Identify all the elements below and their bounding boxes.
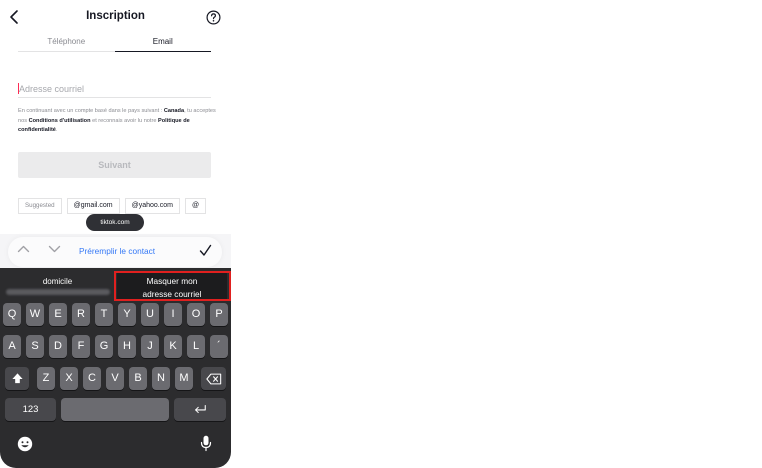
key-r[interactable]: R [72,303,90,326]
key-x[interactable]: X [60,367,78,390]
key-i[interactable]: I [164,303,182,326]
legal-text-3: et reconnais avoir lu notre [92,117,157,124]
key-f[interactable]: F [72,335,90,358]
key-d[interactable]: D [49,335,67,358]
chevron-up-icon[interactable] [17,244,30,254]
return-arrow-icon [195,405,206,414]
key-t[interactable]: T [95,303,113,326]
prediction-blurred-address [6,289,110,295]
key-c[interactable]: C [83,367,101,390]
shift-key[interactable] [5,367,29,390]
microphone-icon[interactable] [200,435,212,452]
next-button[interactable]: Suivant [18,152,211,178]
shift-arrow-icon [11,373,23,384]
text-caret [18,83,19,94]
highlight-box [114,271,231,301]
page-title: Inscription [86,10,145,22]
delete-key[interactable] [201,367,226,390]
key-j[interactable]: J [141,335,159,358]
key-g[interactable]: G [95,335,113,358]
domain-suggestions: Suggested @gmail.com @yahoo.com @ [18,198,231,214]
legal-notice: En continuant avec un compte basé dans l… [18,107,216,136]
key-u[interactable]: U [141,303,159,326]
suggestion-chip-gmail[interactable]: @gmail.com [66,198,120,214]
key-e[interactable]: E [49,303,67,326]
prediction-home-label: domicile [42,277,73,286]
key-v[interactable]: V [106,367,124,390]
key-o[interactable]: O [187,303,205,326]
key-y[interactable]: Y [118,303,136,326]
signup-tabs: Téléphone Email [18,34,211,52]
suggestion-chip-more[interactable]: @ [184,198,207,214]
key-l[interactable]: L [187,335,205,358]
emoji-icon[interactable] [17,436,33,452]
help-circle-icon[interactable] [206,10,221,25]
legal-text-4: . [55,127,58,133]
email-input[interactable] [18,80,211,98]
numbers-key[interactable]: 123 [5,398,56,421]
backspace-icon [205,373,221,385]
suggestion-chip-yahoo[interactable]: @yahoo.com [124,198,180,214]
chevron-down-icon[interactable] [48,244,61,254]
key-h[interactable]: H [118,335,136,358]
space-key[interactable] [61,398,169,421]
key-b[interactable]: B [129,367,147,390]
key-w[interactable]: W [26,303,44,326]
key-k[interactable]: K [164,335,182,358]
tab-email[interactable]: Email [114,34,212,52]
header: Inscription [0,0,231,34]
key-z[interactable]: Z [37,367,55,390]
key-a[interactable]: A [3,335,21,358]
suggested-label: Suggested [18,198,62,214]
prediction-home-address[interactable]: domicile [0,271,115,297]
key-p[interactable]: P [210,303,228,326]
key-s[interactable]: S [26,335,44,358]
legal-country: Canada [163,108,185,114]
checkmark-icon[interactable] [199,244,212,257]
tab-phone[interactable]: Téléphone [18,34,115,51]
prefill-contact-button[interactable]: Préremplir le contact [79,246,155,256]
key-q[interactable]: Q [3,303,21,326]
suggestion-tooltip[interactable]: tiktok.com [86,214,144,231]
key-acute-accent[interactable]: ´ [210,335,228,358]
key-m[interactable]: M [175,367,193,390]
terms-link[interactable]: Conditions d'utilisation [29,118,91,124]
phone-screen: Inscription Téléphone Email En continuan… [0,0,231,468]
key-n[interactable]: N [152,367,170,390]
return-key[interactable] [174,398,226,421]
legal-text-1: En continuant avec un compte basé dans l… [18,108,163,114]
